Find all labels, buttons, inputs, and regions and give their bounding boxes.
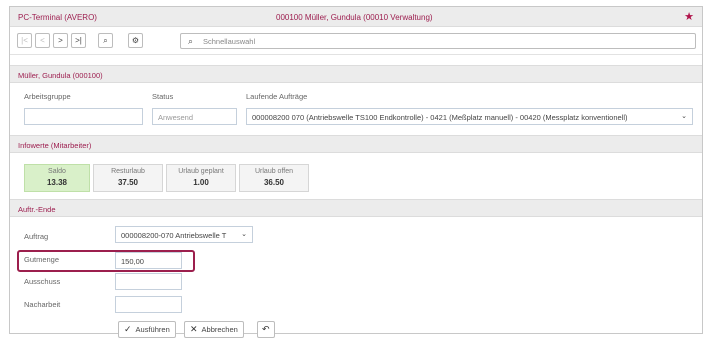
saldo-title: Saldo (48, 168, 66, 175)
info-section-header: Infowerte (Mitarbeiter) (10, 135, 702, 153)
previous-record-button[interactable]: < (35, 33, 50, 48)
work-group-label: Arbeitsgruppe (24, 92, 71, 101)
cancel-button[interactable]: ✕ Abbrechen (184, 321, 244, 338)
title-bar: PC-Terminal (AVERO) 000100 Müller, Gundu… (10, 7, 702, 27)
quick-search-input[interactable]: ⌕ Schnellauswahl (180, 33, 696, 49)
app-title: PC-Terminal (AVERO) (18, 13, 97, 22)
open-vacation-value: 36.50 (263, 178, 285, 187)
chevron-down-icon: ⌄ (681, 113, 687, 120)
order-select[interactable]: 000008200-070 Antriebswelle T ⌄ (115, 226, 253, 243)
saldo-value: 13.38 (46, 178, 68, 187)
chevron-left-icon: < (40, 36, 45, 45)
remaining-vacation-card: Resturlaub 37.50 (93, 164, 163, 192)
scrap-label: Ausschuss (24, 277, 61, 286)
scrap-input[interactable] (115, 273, 182, 290)
planned-vacation-title: Urlaub geplant (178, 168, 224, 175)
quick-search-placeholder: Schnellauswahl (203, 37, 256, 46)
remaining-vacation-value: 37.50 (117, 178, 139, 187)
running-orders-value: 000008200 070 (Antriebswelle TS100 Endko… (252, 113, 628, 122)
order-value: 000008200-070 Antriebswelle T (121, 231, 227, 240)
last-icon: >| (75, 36, 82, 45)
gear-icon: ⚙ (131, 36, 140, 45)
order-label: Auftrag (24, 232, 49, 241)
planned-vacation-card: Urlaub geplant 1.00 (166, 164, 236, 192)
search-button[interactable]: ⌕ (98, 33, 113, 48)
status-label: Status (152, 92, 174, 101)
remaining-vacation-title: Resturlaub (111, 168, 145, 175)
work-group-field[interactable] (24, 108, 143, 125)
execute-button[interactable]: ✓ Ausführen (118, 321, 176, 338)
pc-terminal-window: PC-Terminal (AVERO) 000100 Müller, Gundu… (9, 6, 703, 338)
employee-header: Müller, Gundula (000100) (18, 71, 103, 80)
rework-label: Nacharbeit (24, 300, 61, 309)
open-vacation-card: Urlaub offen 36.50 (239, 164, 309, 192)
planned-vacation-value: 1.00 (193, 178, 209, 187)
undo-button[interactable]: ↶ (257, 321, 275, 338)
running-orders-label: Laufende Aufträge (246, 92, 308, 101)
check-icon: ✓ (124, 324, 132, 334)
last-record-button[interactable]: >| (71, 33, 86, 48)
order-end-header: Auftr.-Ende (18, 205, 56, 214)
cancel-label: Abbrechen (201, 325, 238, 334)
employee-section-header: Müller, Gundula (000100) (10, 65, 702, 83)
info-header: Infowerte (Mitarbeiter) (18, 141, 92, 150)
search-icon: ⌕ (103, 35, 108, 45)
open-vacation-title: Urlaub offen (254, 168, 293, 175)
order-end-section-header: Auftr.-Ende (10, 199, 702, 217)
first-record-button[interactable]: |< (17, 33, 32, 48)
saldo-card: Saldo 13.38 (24, 164, 90, 192)
running-orders-select[interactable]: 000008200 070 (Antriebswelle TS100 Endko… (246, 108, 693, 125)
first-icon: |< (21, 36, 28, 45)
toolbar: |< < > >| ⌕ ⚙ ⌕ Schnellauswahl (10, 27, 702, 55)
good-quantity-input[interactable]: 150,00 (115, 252, 182, 269)
settings-button[interactable]: ⚙ (128, 33, 143, 48)
record-title: 000100 Müller, Gundula (00010 Verwaltung… (276, 13, 433, 22)
search-icon: ⌕ (188, 36, 194, 46)
rework-input[interactable] (115, 296, 182, 313)
good-quantity-label: Gutmenge (24, 255, 60, 264)
status-field[interactable]: Anwesend (152, 108, 237, 125)
chevron-down-icon: ⌄ (241, 231, 247, 238)
chevron-right-icon: > (58, 36, 63, 45)
pin-icon[interactable]: ★ (684, 10, 694, 23)
undo-icon: ↶ (262, 324, 270, 334)
next-record-button[interactable]: > (53, 33, 68, 48)
close-icon: ✕ (190, 324, 198, 334)
execute-label: Ausführen (135, 325, 170, 334)
